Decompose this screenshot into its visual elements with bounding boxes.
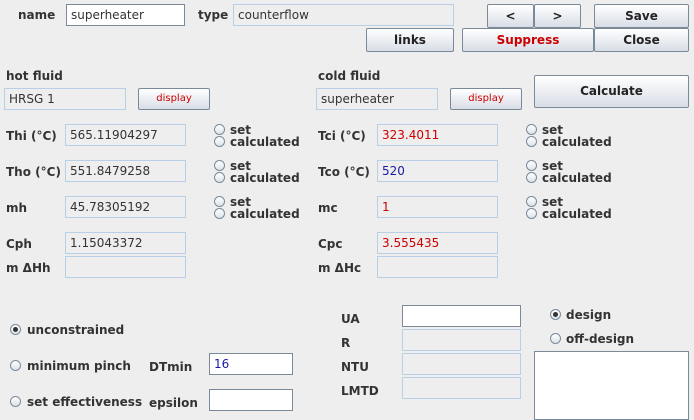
minimum-pinch-radio[interactable] xyxy=(10,360,21,371)
mc-set-radio[interactable] xyxy=(526,196,537,207)
cold-display-button[interactable]: display xyxy=(450,88,522,110)
ua-field[interactable] xyxy=(402,305,521,327)
r-field xyxy=(402,329,521,351)
set-effectiveness-radio[interactable] xyxy=(10,396,21,407)
tco-calculated-radio[interactable] xyxy=(526,172,537,183)
lmtd-label: LMTD xyxy=(341,384,379,398)
thi-calculated-label: calculated xyxy=(230,135,300,149)
tho-set-radio[interactable] xyxy=(214,160,225,171)
tci-calculated-label: calculated xyxy=(542,135,612,149)
type-field: counterflow xyxy=(233,4,454,26)
notes-textarea[interactable] xyxy=(534,351,689,420)
hot-display-button[interactable]: display xyxy=(138,88,210,110)
off-design-radio[interactable] xyxy=(550,333,561,344)
mh-set-radio[interactable] xyxy=(214,196,225,207)
thi-set-radio[interactable] xyxy=(214,124,225,135)
epsilon-label: epsilon xyxy=(149,396,198,410)
design-label: design xyxy=(566,308,612,322)
thi-calculated-radio[interactable] xyxy=(214,136,225,147)
tho-calculated-radio[interactable] xyxy=(214,172,225,183)
tco-field[interactable]: 520 xyxy=(377,160,498,182)
name-field[interactable]: superheater xyxy=(66,4,185,26)
tci-field[interactable]: 323.4011 xyxy=(377,124,498,146)
mc-field[interactable]: 1 xyxy=(377,196,498,218)
unconstrained-label: unconstrained xyxy=(27,323,125,337)
tci-calculated-radio[interactable] xyxy=(526,136,537,147)
cpc-label: Cpc xyxy=(318,237,343,251)
tco-label: Tco (°C) xyxy=(318,165,370,179)
tci-set-radio[interactable] xyxy=(526,124,537,135)
mc-calculated-radio[interactable] xyxy=(526,208,537,219)
suppress-button[interactable]: Suppress xyxy=(462,28,594,52)
mh-calculated-label: calculated xyxy=(230,207,300,221)
cpc-field[interactable]: 3.555435 xyxy=(377,232,498,254)
save-button[interactable]: Save xyxy=(594,4,689,28)
mh-calculated-radio[interactable] xyxy=(214,208,225,219)
cold-fluid-field: superheater xyxy=(316,88,438,110)
hot-fluid-field: HRSG 1 xyxy=(4,88,126,110)
hot-delta-h-label: m ΔHh xyxy=(6,261,51,275)
tco-set-radio[interactable] xyxy=(526,160,537,171)
cph-label: Cph xyxy=(6,237,32,251)
set-effectiveness-label: set effectiveness xyxy=(27,395,143,409)
ntu-field xyxy=(402,353,521,375)
calculate-button[interactable]: Calculate xyxy=(534,75,689,108)
thi-label: Thi (°C) xyxy=(6,129,57,143)
next-button[interactable]: > xyxy=(534,4,581,28)
design-radio[interactable] xyxy=(550,309,561,320)
links-button[interactable]: links xyxy=(366,28,454,52)
dtmin-label: DTmin xyxy=(149,360,193,374)
r-label: R xyxy=(341,336,351,350)
cold-delta-h-field xyxy=(377,256,498,278)
lmtd-field xyxy=(402,377,521,399)
name-label: name xyxy=(18,8,56,22)
hot-delta-h-field xyxy=(65,256,186,278)
thi-field[interactable]: 565.11904297 xyxy=(65,124,186,146)
close-button[interactable]: Close xyxy=(594,28,689,52)
mh-field[interactable]: 45.78305192 xyxy=(65,196,186,218)
tho-calculated-label: calculated xyxy=(230,171,300,185)
minimum-pinch-label: minimum pinch xyxy=(27,359,131,373)
mc-calculated-label: calculated xyxy=(542,207,612,221)
mc-label: mc xyxy=(318,201,338,215)
unconstrained-radio[interactable] xyxy=(10,324,21,335)
off-design-label: off-design xyxy=(566,332,635,346)
cold-delta-h-label: m ΔHc xyxy=(318,261,362,275)
tho-field[interactable]: 551.8479258 xyxy=(65,160,186,182)
prev-button[interactable]: < xyxy=(487,4,534,28)
dtmin-field[interactable]: 16 xyxy=(209,353,293,375)
type-label: type xyxy=(198,8,229,22)
ntu-label: NTU xyxy=(341,360,369,374)
mh-label: mh xyxy=(6,201,28,215)
ua-label: UA xyxy=(341,312,360,326)
tco-calculated-label: calculated xyxy=(542,171,612,185)
cph-field[interactable]: 1.15043372 xyxy=(65,232,186,254)
hot-fluid-title: hot fluid xyxy=(6,69,63,83)
tci-label: Tci (°C) xyxy=(318,129,366,143)
epsilon-field[interactable] xyxy=(209,389,293,411)
tho-label: Tho (°C) xyxy=(6,165,61,179)
cold-fluid-title: cold fluid xyxy=(318,69,381,83)
